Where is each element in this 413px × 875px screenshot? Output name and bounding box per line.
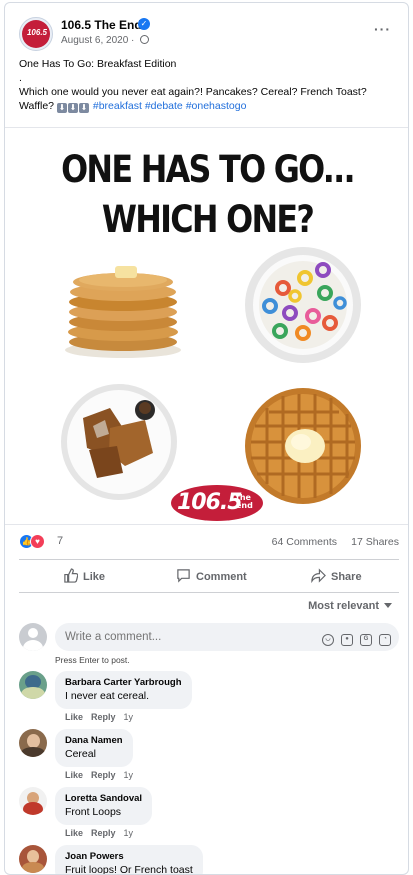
breakfast-illustration xyxy=(61,247,361,521)
reaction-count[interactable]: 7 xyxy=(57,535,63,547)
comment-bubble: Barbara Carter Yarbrough I never eat cer… xyxy=(55,671,192,709)
post-text-line: . xyxy=(19,72,22,84)
post-timestamp[interactable]: August 6, 2020 · xyxy=(61,35,150,46)
comment-text: Front Loops xyxy=(65,806,122,818)
post-header: 106.5 106.5 The End ✓ August 6, 2020 · ·… xyxy=(19,17,399,53)
down-arrow-emoji-icon: ⬇ xyxy=(56,103,67,113)
post-text-prefix: Waffle? xyxy=(19,100,55,112)
post-image[interactable]: ONE HAS TO GO... WHICH ONE? 106.5 the en… xyxy=(5,127,408,525)
post-text-line: Waffle? ⬇ ⬇ ⬇ #breakfast #debate #onehasto… xyxy=(19,99,404,113)
comment-author[interactable]: Joan Powers xyxy=(65,851,193,863)
emoji-icon[interactable]: ◡ xyxy=(322,634,334,646)
share-icon xyxy=(311,568,326,584)
comment-button[interactable]: Comment xyxy=(176,568,408,586)
action-bar: Like Comment Share xyxy=(19,559,399,593)
comment-reply-link[interactable]: Reply xyxy=(91,828,116,838)
like-label: Like xyxy=(83,571,106,583)
comment-composer: ◡ ● G ◔ xyxy=(19,623,399,653)
current-user-avatar xyxy=(19,623,47,651)
down-arrow-emoji-icon: ⬇ xyxy=(78,103,89,113)
page-logo-text: 106.5 xyxy=(26,28,48,37)
comment-text: Fruit loops! Or French toast xyxy=(65,864,193,875)
comment-author[interactable]: Dana Namen xyxy=(65,735,123,747)
comment-bubble: Joan Powers Fruit loops! Or French toast xyxy=(55,845,203,875)
more-options-icon[interactable]: ··· xyxy=(374,21,391,37)
comments-count[interactable]: 64 Comments xyxy=(272,536,337,548)
comment-bubble: Dana Namen Cereal xyxy=(55,729,133,767)
comment-text: I never eat cereal. xyxy=(65,690,150,702)
like-button[interactable]: Like xyxy=(63,568,105,586)
page-avatar[interactable]: 106.5 xyxy=(19,17,53,51)
comment-bubble: Loretta Sandoval Front Loops xyxy=(55,787,153,825)
comment-like-link[interactable]: Like xyxy=(65,712,83,722)
comment-like-link[interactable]: Like xyxy=(65,770,83,780)
pancakes-image xyxy=(65,266,181,358)
composer-icons: ◡ ● G ◔ xyxy=(315,631,391,646)
post-text-line: One Has To Go: Breakfast Edition xyxy=(19,58,177,70)
station-logo-subtext: the end xyxy=(236,493,253,510)
comment-time[interactable]: 1y xyxy=(124,770,134,780)
chevron-down-icon xyxy=(384,603,392,608)
verified-badge-icon: ✓ xyxy=(138,18,150,30)
station-logo-text: 106.5 xyxy=(177,490,243,515)
share-label: Share xyxy=(331,571,362,583)
reaction-summary: 👍 ♥ 7 64 Comments 17 Shares xyxy=(19,533,399,551)
comment-meta: Like Reply 1y xyxy=(65,712,133,722)
share-button[interactable]: Share xyxy=(311,568,362,586)
cereal-image xyxy=(245,247,361,363)
commenter-avatar[interactable] xyxy=(19,845,47,873)
comment-author[interactable]: Barbara Carter Yarbrough xyxy=(65,677,182,689)
press-enter-hint: Press Enter to post. xyxy=(55,655,130,665)
page-name[interactable]: 106.5 The End xyxy=(61,18,142,32)
comment-meta: Like Reply 1y xyxy=(65,770,133,780)
french-toast-image xyxy=(61,384,177,500)
commenter-avatar[interactable] xyxy=(19,787,47,815)
comment-meta: Like Reply 1y xyxy=(65,828,133,838)
thumbs-up-icon xyxy=(64,568,79,583)
comment-label: Comment xyxy=(196,571,247,583)
comment-icon xyxy=(177,569,190,583)
globe-icon xyxy=(140,35,150,44)
post-date-text[interactable]: August 6, 2020 · xyxy=(61,35,137,46)
post-card: 106.5 106.5 The End ✓ August 6, 2020 · ·… xyxy=(4,2,409,875)
gif-icon[interactable]: G xyxy=(360,634,372,646)
hashtags[interactable]: #breakfast #debate #onehastogo xyxy=(93,100,247,112)
down-arrow-emoji-icon: ⬇ xyxy=(67,103,78,113)
comment-text: Cereal xyxy=(65,748,96,760)
waffle-image xyxy=(245,388,361,504)
commenter-avatar[interactable] xyxy=(19,729,47,757)
love-reaction-icon[interactable]: ♥ xyxy=(30,534,45,549)
comment-like-link[interactable]: Like xyxy=(65,828,83,838)
comment-reply-link[interactable]: Reply xyxy=(91,712,116,722)
camera-icon[interactable]: ● xyxy=(341,634,353,646)
post-text-line: Which one would you never eat again?! Pa… xyxy=(19,86,367,98)
shares-count[interactable]: 17 Shares xyxy=(351,536,399,548)
comment-reply-link[interactable]: Reply xyxy=(91,770,116,780)
post-message: One Has To Go: Breakfast Edition . Which… xyxy=(19,57,404,113)
commenter-avatar[interactable] xyxy=(19,671,47,699)
comment-time[interactable]: 1y xyxy=(124,828,134,838)
comment-sort-dropdown[interactable]: Most relevant xyxy=(308,600,392,612)
comment-time[interactable]: 1y xyxy=(124,712,134,722)
sticker-icon[interactable]: ◔ xyxy=(379,634,391,646)
sort-label: Most relevant xyxy=(308,600,379,612)
comment-author[interactable]: Loretta Sandoval xyxy=(65,793,142,805)
